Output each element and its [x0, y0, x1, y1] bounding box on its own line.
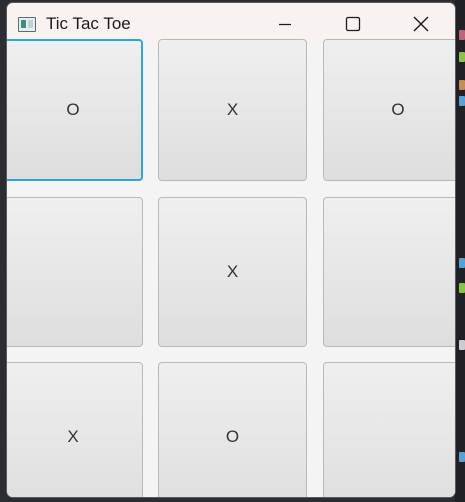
maximize-icon [345, 16, 361, 32]
tic-tac-toe-window: Tic Tac Toe O X O X X O [6, 2, 456, 498]
background-code-mark [459, 80, 465, 90]
minimize-icon [279, 23, 291, 26]
window-title: Tic Tac Toe [46, 14, 131, 33]
close-icon [413, 16, 429, 32]
board-cell-5[interactable] [323, 197, 455, 347]
board-cell-3[interactable] [7, 197, 143, 347]
board-cell-1[interactable]: X [158, 39, 307, 181]
background-code-mark [459, 452, 465, 462]
board-cell-4[interactable]: X [158, 197, 307, 347]
board-cell-2[interactable]: O [323, 39, 455, 181]
background-editor-edge [455, 0, 465, 502]
board-cell-7[interactable]: O [158, 362, 307, 497]
background-code-mark [459, 96, 465, 106]
board-cell-8[interactable] [323, 362, 455, 497]
background-code-mark [459, 258, 465, 268]
background-code-mark [459, 283, 465, 293]
game-board: O X O X X O [7, 39, 455, 497]
background-code-mark [459, 52, 465, 62]
background-code-mark [459, 30, 465, 40]
background-code-mark [459, 340, 465, 350]
board-cell-6[interactable]: X [7, 362, 143, 497]
java-window-icon [18, 16, 36, 32]
board-cell-0[interactable]: O [7, 39, 143, 181]
